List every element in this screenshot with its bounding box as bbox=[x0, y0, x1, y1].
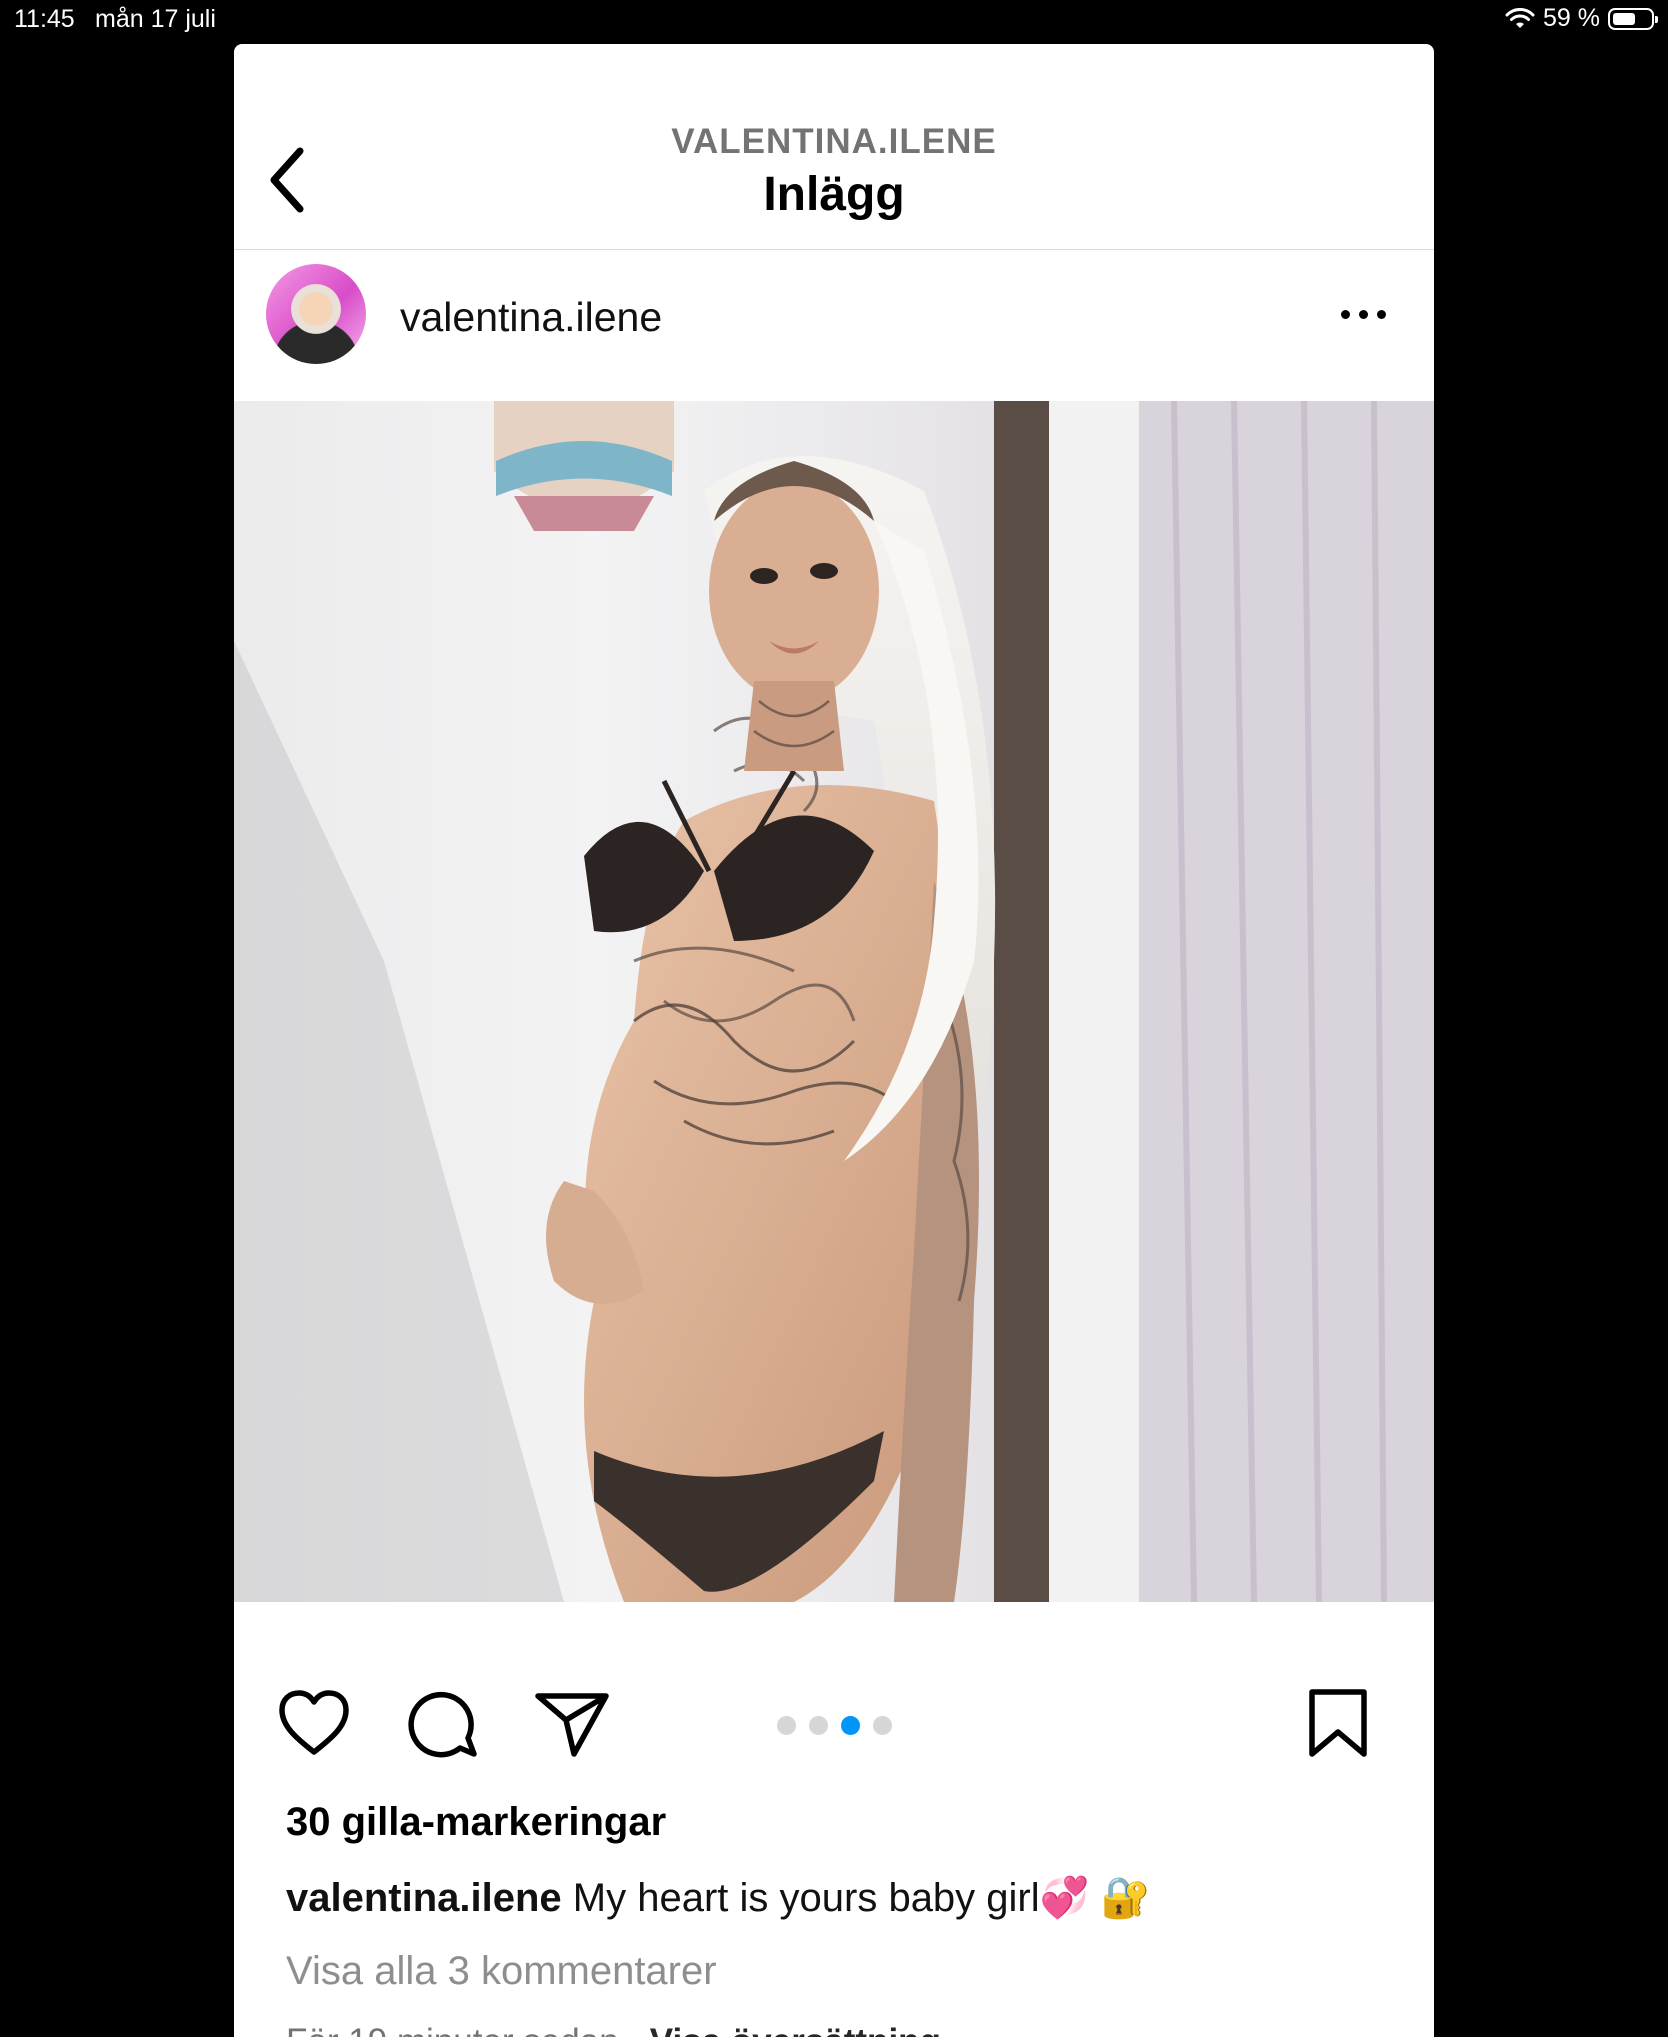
battery-icon bbox=[1608, 7, 1658, 30]
status-bar: 11:45 mån 17 juli 59 % bbox=[0, 0, 1668, 40]
post-photo bbox=[234, 401, 1434, 1602]
battery-percent: 59 % bbox=[1543, 4, 1600, 32]
timestamp-row: För 19 minuter sedan · Visa översättning bbox=[286, 2022, 941, 2037]
post-panel: VALENTINA.ILENE Inlägg valentina.ilene 3… bbox=[234, 44, 1434, 2037]
status-indicators: 59 % bbox=[1505, 4, 1658, 33]
likes-count[interactable]: 30 gilla-markeringar bbox=[286, 1800, 666, 1845]
status-date: mån 17 juli bbox=[95, 5, 216, 33]
separator: · bbox=[628, 2022, 640, 2037]
more-options-button[interactable] bbox=[1328, 294, 1398, 334]
post-image[interactable] bbox=[234, 401, 1434, 1602]
send-icon bbox=[535, 1693, 609, 1757]
comment-icon bbox=[408, 1692, 477, 1758]
more-horizontal-icon bbox=[1340, 309, 1350, 319]
lock-emoji: 🔐 bbox=[1100, 1876, 1151, 1920]
bookmark-icon bbox=[1309, 1689, 1367, 1757]
heart-icon bbox=[279, 1690, 349, 1755]
caption-text: My heart is yours baby girl bbox=[572, 1876, 1040, 1920]
timestamp: För 19 minuter sedan bbox=[286, 2022, 619, 2037]
account-name: VALENTINA.ILENE bbox=[671, 122, 997, 161]
nav-header: VALENTINA.ILENE Inlägg bbox=[234, 44, 1434, 250]
status-time: 11:45 bbox=[14, 5, 75, 33]
carousel-dot bbox=[809, 1716, 828, 1735]
wifi-icon bbox=[1505, 7, 1535, 28]
carousel-dot bbox=[841, 1716, 860, 1735]
view-comments-link[interactable]: Visa alla 3 kommentarer bbox=[286, 1949, 717, 1994]
carousel-indicator bbox=[777, 1716, 892, 1735]
caption-username[interactable]: valentina.ilene bbox=[286, 1876, 562, 1920]
save-button[interactable] bbox=[1306, 1688, 1370, 1758]
carousel-dot bbox=[873, 1716, 892, 1735]
avatar[interactable] bbox=[266, 264, 366, 364]
like-button[interactable] bbox=[276, 1688, 352, 1758]
heart-emoji: 💞 bbox=[1039, 1876, 1090, 1920]
post-header: valentina.ilene bbox=[234, 250, 1434, 400]
comment-button[interactable] bbox=[408, 1688, 480, 1760]
post-actions bbox=[234, 1634, 1434, 1758]
translate-link[interactable]: Visa översättning bbox=[650, 2022, 941, 2037]
caption: valentina.ilene My heart is yours baby g… bbox=[286, 1874, 1150, 1921]
post-username[interactable]: valentina.ilene bbox=[400, 294, 662, 341]
carousel-dot bbox=[777, 1716, 796, 1735]
page-title: Inlägg bbox=[763, 168, 905, 221]
share-button[interactable] bbox=[534, 1688, 610, 1758]
